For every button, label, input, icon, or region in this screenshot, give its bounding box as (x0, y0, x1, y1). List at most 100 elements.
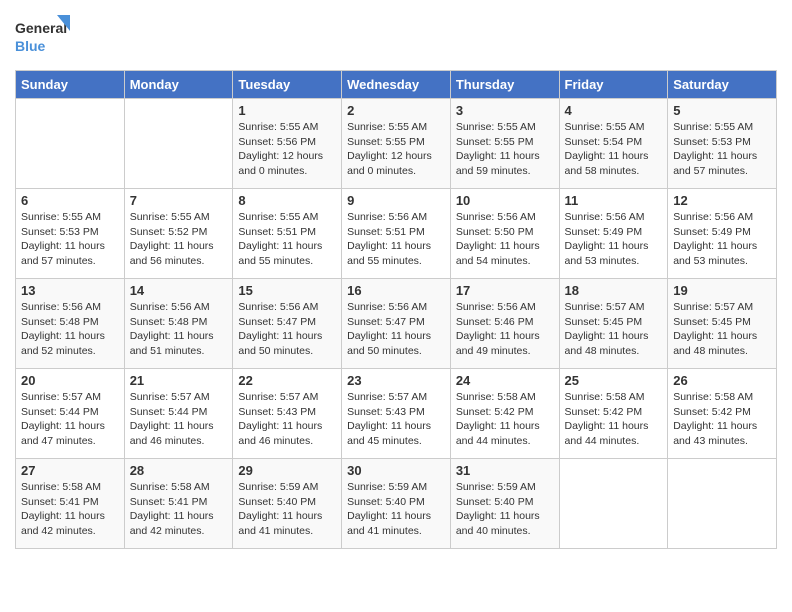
day-number: 27 (21, 463, 119, 478)
day-info: Sunrise: 5:55 AM Sunset: 5:52 PM Dayligh… (130, 210, 228, 269)
day-cell (668, 459, 777, 549)
day-cell: 18Sunrise: 5:57 AM Sunset: 5:45 PM Dayli… (559, 279, 668, 369)
day-info: Sunrise: 5:58 AM Sunset: 5:42 PM Dayligh… (565, 390, 663, 449)
day-cell: 14 Sunrise: 5:56 AM Sunset: 5:48 PM Dayli… (124, 279, 233, 369)
svg-text:Blue: Blue (15, 38, 46, 54)
day-number: 1 (238, 103, 336, 118)
day-info: Sunrise: 5:55 AM Sunset: 5:53 PM Dayligh… (673, 120, 771, 179)
day-cell: 23 Sunrise: 5:57 AM Sunset: 5:43 PM Dayli… (342, 369, 451, 459)
day-info: Sunrise: 5:55 AM Sunset: 5:56 PM Dayligh… (238, 120, 336, 179)
day-number: 15 (238, 283, 336, 298)
day-number: 7 (130, 193, 228, 208)
day-cell: 6 Sunrise: 5:55 AM Sunset: 5:53 PM Daylig… (16, 189, 125, 279)
day-info: Sunrise: 5:57 AM Sunset: 5:43 PM Dayligh… (347, 390, 445, 449)
day-number: 23 (347, 373, 445, 388)
day-info: Sunrise: 5:59 AM Sunset: 5:40 PM Dayligh… (347, 480, 445, 539)
col-header-tuesday: Tuesday (233, 71, 342, 99)
day-number: 31 (456, 463, 554, 478)
day-number: 29 (238, 463, 336, 478)
day-number: 17 (456, 283, 554, 298)
calendar-table: SundayMondayTuesdayWednesdayThursdayFrid… (15, 70, 777, 549)
day-info: Sunrise: 5:56 AM Sunset: 5:49 PM Dayligh… (673, 210, 771, 269)
day-cell: 16 Sunrise: 5:56 AM Sunset: 5:47 PM Dayli… (342, 279, 451, 369)
day-number: 3 (456, 103, 554, 118)
day-cell (16, 99, 125, 189)
day-info: Sunrise: 5:58 AM Sunset: 5:42 PM Dayligh… (673, 390, 771, 449)
day-info: Sunrise: 5:56 AM Sunset: 5:51 PM Dayligh… (347, 210, 445, 269)
day-cell: 25 Sunrise: 5:58 AM Sunset: 5:42 PM Dayli… (559, 369, 668, 459)
col-header-wednesday: Wednesday (342, 71, 451, 99)
day-number: 16 (347, 283, 445, 298)
day-cell: 20Sunrise: 5:57 AM Sunset: 5:44 PM Dayli… (16, 369, 125, 459)
day-number: 13 (21, 283, 119, 298)
day-info: Sunrise: 5:59 AM Sunset: 5:40 PM Dayligh… (456, 480, 554, 539)
day-number: 26 (673, 373, 771, 388)
day-cell: 31 Sunrise: 5:59 AM Sunset: 5:40 PM Dayli… (450, 459, 559, 549)
day-info: Sunrise: 5:55 AM Sunset: 5:54 PM Dayligh… (565, 120, 663, 179)
day-number: 11 (565, 193, 663, 208)
day-cell: 24 Sunrise: 5:58 AM Sunset: 5:42 PM Dayli… (450, 369, 559, 459)
week-row-3: 13 Sunrise: 5:56 AM Sunset: 5:48 PM Dayli… (16, 279, 777, 369)
day-info: Sunrise: 5:56 AM Sunset: 5:48 PM Dayligh… (130, 300, 228, 359)
day-info: Sunrise: 5:57 AM Sunset: 5:44 PM Dayligh… (130, 390, 228, 449)
day-number: 4 (565, 103, 663, 118)
logo: General Blue (15, 15, 70, 60)
day-number: 8 (238, 193, 336, 208)
day-info: Sunrise: 5:55 AM Sunset: 5:53 PM Dayligh… (21, 210, 119, 269)
day-number: 24 (456, 373, 554, 388)
col-header-friday: Friday (559, 71, 668, 99)
day-number: 20 (21, 373, 119, 388)
day-number: 19 (673, 283, 771, 298)
day-cell: 10 Sunrise: 5:56 AM Sunset: 5:50 PM Dayli… (450, 189, 559, 279)
day-info: Sunrise: 5:55 AM Sunset: 5:55 PM Dayligh… (456, 120, 554, 179)
day-cell: 26 Sunrise: 5:58 AM Sunset: 5:42 PM Dayli… (668, 369, 777, 459)
day-info: Sunrise: 5:56 AM Sunset: 5:47 PM Dayligh… (347, 300, 445, 359)
day-cell: 4 Sunrise: 5:55 AM Sunset: 5:54 PM Daylig… (559, 99, 668, 189)
day-cell: 12 Sunrise: 5:56 AM Sunset: 5:49 PM Dayli… (668, 189, 777, 279)
day-number: 6 (21, 193, 119, 208)
week-row-2: 6 Sunrise: 5:55 AM Sunset: 5:53 PM Daylig… (16, 189, 777, 279)
week-row-4: 20 Sunrise: 5:57 AM Sunset: 5:44 PM Dayli… (16, 369, 777, 459)
day-cell: 17 Sunrise: 5:56 AM Sunset: 5:46 PM Dayli… (450, 279, 559, 369)
day-info: Sunrise: 5:58 AM Sunset: 5:42 PM Dayligh… (456, 390, 554, 449)
day-number: 22 (238, 373, 336, 388)
day-cell: 13 Sunrise: 5:56 AM Sunset: 5:48 PM Dayli… (16, 279, 125, 369)
day-info: Sunrise: 5:59 AM Sunset: 5:40 PM Dayligh… (238, 480, 336, 539)
day-info: Sunrise: 5:58 AM Sunset: 5:41 PM Dayligh… (21, 480, 119, 539)
header-row: SundayMondayTuesdayWednesdayThursdayFrid… (16, 71, 777, 99)
day-cell: 5 Sunrise: 5:55 AM Sunset: 5:53 PM Daylig… (668, 99, 777, 189)
day-info: Sunrise: 5:55 AM Sunset: 5:51 PM Dayligh… (238, 210, 336, 269)
day-cell: 30 Sunrise: 5:59 AM Sunset: 5:40 PM Dayli… (342, 459, 451, 549)
day-cell: 9Sunrise: 5:56 AM Sunset: 5:51 PM Daylig… (342, 189, 451, 279)
day-cell: 15 Sunrise: 5:56 AM Sunset: 5:47 PM Dayli… (233, 279, 342, 369)
day-number: 25 (565, 373, 663, 388)
day-info: Sunrise: 5:56 AM Sunset: 5:47 PM Dayligh… (238, 300, 336, 359)
day-cell: 1 Sunrise: 5:55 AM Sunset: 5:56 PM Daylig… (233, 99, 342, 189)
col-header-saturday: Saturday (668, 71, 777, 99)
day-info: Sunrise: 5:56 AM Sunset: 5:50 PM Dayligh… (456, 210, 554, 269)
svg-text:General: General (15, 20, 67, 36)
day-number: 5 (673, 103, 771, 118)
day-cell: 27 Sunrise: 5:58 AM Sunset: 5:41 PM Dayli… (16, 459, 125, 549)
day-number: 18 (565, 283, 663, 298)
day-info: Sunrise: 5:57 AM Sunset: 5:45 PM Dayligh… (673, 300, 771, 359)
day-cell: 22Sunrise: 5:57 AM Sunset: 5:43 PM Dayli… (233, 369, 342, 459)
week-row-1: 1 Sunrise: 5:55 AM Sunset: 5:56 PM Daylig… (16, 99, 777, 189)
day-number: 2 (347, 103, 445, 118)
day-info: Sunrise: 5:56 AM Sunset: 5:48 PM Dayligh… (21, 300, 119, 359)
day-number: 14 (130, 283, 228, 298)
day-cell: 28Sunrise: 5:58 AM Sunset: 5:41 PM Dayli… (124, 459, 233, 549)
day-cell: 3 Sunrise: 5:55 AM Sunset: 5:55 PM Daylig… (450, 99, 559, 189)
day-number: 28 (130, 463, 228, 478)
day-cell (124, 99, 233, 189)
day-cell: 29 Sunrise: 5:59 AM Sunset: 5:40 PM Dayli… (233, 459, 342, 549)
day-number: 12 (673, 193, 771, 208)
header: General Blue (15, 15, 777, 60)
day-cell: 7 Sunrise: 5:55 AM Sunset: 5:52 PM Daylig… (124, 189, 233, 279)
day-number: 30 (347, 463, 445, 478)
col-header-thursday: Thursday (450, 71, 559, 99)
day-cell (559, 459, 668, 549)
day-number: 21 (130, 373, 228, 388)
day-number: 10 (456, 193, 554, 208)
day-info: Sunrise: 5:56 AM Sunset: 5:46 PM Dayligh… (456, 300, 554, 359)
